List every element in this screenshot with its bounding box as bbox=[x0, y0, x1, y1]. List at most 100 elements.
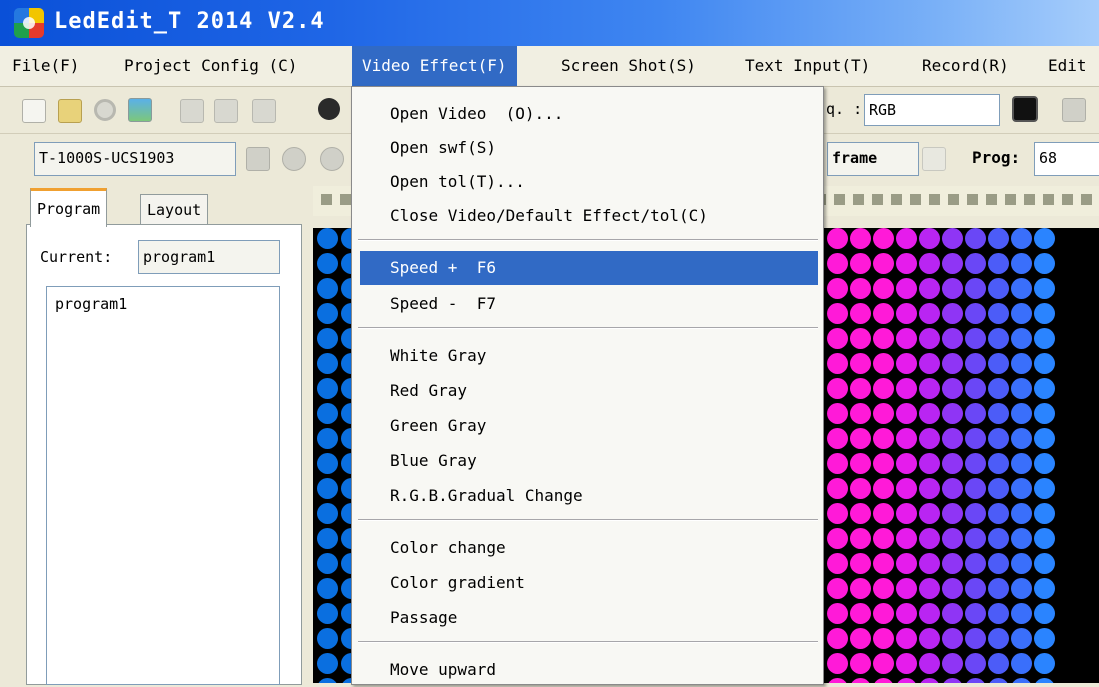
led-dot bbox=[965, 403, 986, 424]
prog-value-field[interactable]: 68 bbox=[1034, 142, 1099, 176]
led-dot bbox=[988, 653, 1009, 674]
led-dot bbox=[873, 403, 894, 424]
menu-file[interactable]: File(F) bbox=[6, 46, 85, 86]
menu-separator bbox=[358, 641, 818, 643]
menu-edit[interactable]: Edit bbox=[1042, 46, 1093, 86]
led-dot bbox=[988, 528, 1009, 549]
led-dot bbox=[942, 453, 963, 474]
menu-item-rgb-gradual-change[interactable]: R.G.B.Gradual Change bbox=[360, 479, 818, 513]
led-dot bbox=[1034, 278, 1055, 299]
document-icon[interactable] bbox=[180, 99, 204, 123]
led-dot bbox=[942, 478, 963, 499]
led-dot bbox=[896, 303, 917, 324]
controller-select[interactable]: T-1000S-UCS1903 bbox=[34, 142, 236, 176]
menu-item-speed-down[interactable]: Speed - F7 bbox=[360, 287, 818, 321]
led-dot bbox=[827, 378, 848, 399]
led-dot bbox=[317, 578, 338, 599]
led-dot bbox=[827, 328, 848, 349]
copy-icon[interactable] bbox=[214, 99, 238, 123]
led-dot bbox=[1034, 303, 1055, 324]
picture-icon[interactable] bbox=[128, 98, 152, 122]
led-dot bbox=[1011, 228, 1032, 249]
led-dot bbox=[1034, 653, 1055, 674]
led-dot bbox=[317, 553, 338, 574]
menu-item-blue-gray[interactable]: Blue Gray bbox=[360, 444, 818, 478]
menu-item-red-gray[interactable]: Red Gray bbox=[360, 374, 818, 408]
led-dot bbox=[1034, 553, 1055, 574]
menu-item-color-gradient[interactable]: Color gradient bbox=[360, 566, 818, 600]
list-item[interactable]: program1 bbox=[55, 295, 127, 313]
menu-item-color-change[interactable]: Color change bbox=[360, 531, 818, 565]
ruler-tick bbox=[321, 194, 332, 205]
led-dot bbox=[988, 578, 1009, 599]
led-dot bbox=[827, 303, 848, 324]
led-dot bbox=[988, 553, 1009, 574]
led-dot bbox=[942, 653, 963, 674]
menu-item-white-gray[interactable]: White Gray bbox=[360, 339, 818, 373]
led-dot bbox=[1034, 428, 1055, 449]
led-dot bbox=[317, 453, 338, 474]
led-dot bbox=[873, 578, 894, 599]
led-dot bbox=[1011, 278, 1032, 299]
led-dot bbox=[317, 378, 338, 399]
led-dot bbox=[317, 328, 338, 349]
color-mode-field[interactable]: RGB bbox=[864, 94, 1000, 126]
led-dot bbox=[919, 478, 940, 499]
brush-icon[interactable] bbox=[318, 98, 340, 120]
menu-item-green-gray[interactable]: Green Gray bbox=[360, 409, 818, 443]
led-dot bbox=[942, 278, 963, 299]
menu-item-move-upward[interactable]: Move upward bbox=[360, 653, 818, 687]
led-dot bbox=[965, 528, 986, 549]
menu-item-speed-up[interactable]: Speed + F6 bbox=[360, 251, 818, 285]
led-dot bbox=[1011, 603, 1032, 624]
led-dot bbox=[965, 553, 986, 574]
led-dot bbox=[965, 278, 986, 299]
new-file-icon[interactable] bbox=[22, 99, 46, 123]
menu-item-open-tol[interactable]: Open tol(T)... bbox=[360, 165, 818, 199]
pause-icon[interactable] bbox=[320, 147, 344, 171]
led-dot bbox=[873, 478, 894, 499]
ruler-tick bbox=[891, 194, 902, 205]
led-dot bbox=[873, 353, 894, 374]
led-dot bbox=[919, 653, 940, 674]
menu-item-open-video[interactable]: Open Video (O)... bbox=[360, 97, 818, 131]
led-dot bbox=[896, 653, 917, 674]
tab-program[interactable]: Program bbox=[30, 188, 108, 227]
led-settings-icon[interactable] bbox=[1012, 96, 1038, 122]
menu-text-input[interactable]: Text Input(T) bbox=[739, 46, 876, 86]
led-dot bbox=[873, 453, 894, 474]
menu-item-close-video[interactable]: Close Video/Default Effect/tol(C) bbox=[360, 199, 818, 233]
stop-icon[interactable] bbox=[246, 147, 270, 171]
open-folder-icon[interactable] bbox=[58, 99, 82, 123]
led-column bbox=[942, 228, 964, 683]
program-list[interactable]: program1 bbox=[46, 286, 280, 685]
menu-record[interactable]: Record(R) bbox=[916, 46, 1015, 86]
led-column bbox=[1034, 228, 1056, 683]
menu-screen-shot[interactable]: Screen Shot(S) bbox=[555, 46, 702, 86]
led-dot bbox=[827, 578, 848, 599]
prog-label: Prog: bbox=[972, 148, 1021, 167]
menu-item-open-swf[interactable]: Open swf(S) bbox=[360, 131, 818, 165]
refresh-icon[interactable] bbox=[922, 147, 946, 171]
led-dot bbox=[1011, 428, 1032, 449]
record-icon[interactable] bbox=[94, 99, 116, 121]
tab-layout[interactable]: Layout bbox=[140, 194, 209, 225]
ruler-tick bbox=[1062, 194, 1073, 205]
ruler-tick bbox=[910, 194, 921, 205]
led-column bbox=[827, 228, 849, 683]
paste-icon[interactable] bbox=[252, 99, 276, 123]
menu-item-passage[interactable]: Passage bbox=[360, 601, 818, 635]
menu-video-effect[interactable]: Video Effect(F) bbox=[352, 46, 517, 86]
led-dot bbox=[850, 528, 871, 549]
led-dot bbox=[1034, 403, 1055, 424]
save-icon[interactable] bbox=[1062, 98, 1086, 122]
led-dot bbox=[965, 628, 986, 649]
led-dot bbox=[827, 528, 848, 549]
menu-project-config[interactable]: Project Config (C) bbox=[118, 46, 303, 86]
frame-button[interactable]: frame bbox=[827, 142, 919, 176]
record-button-icon[interactable] bbox=[282, 147, 306, 171]
led-dot bbox=[919, 303, 940, 324]
led-dot bbox=[1034, 578, 1055, 599]
led-dot bbox=[317, 603, 338, 624]
led-column bbox=[965, 228, 987, 683]
